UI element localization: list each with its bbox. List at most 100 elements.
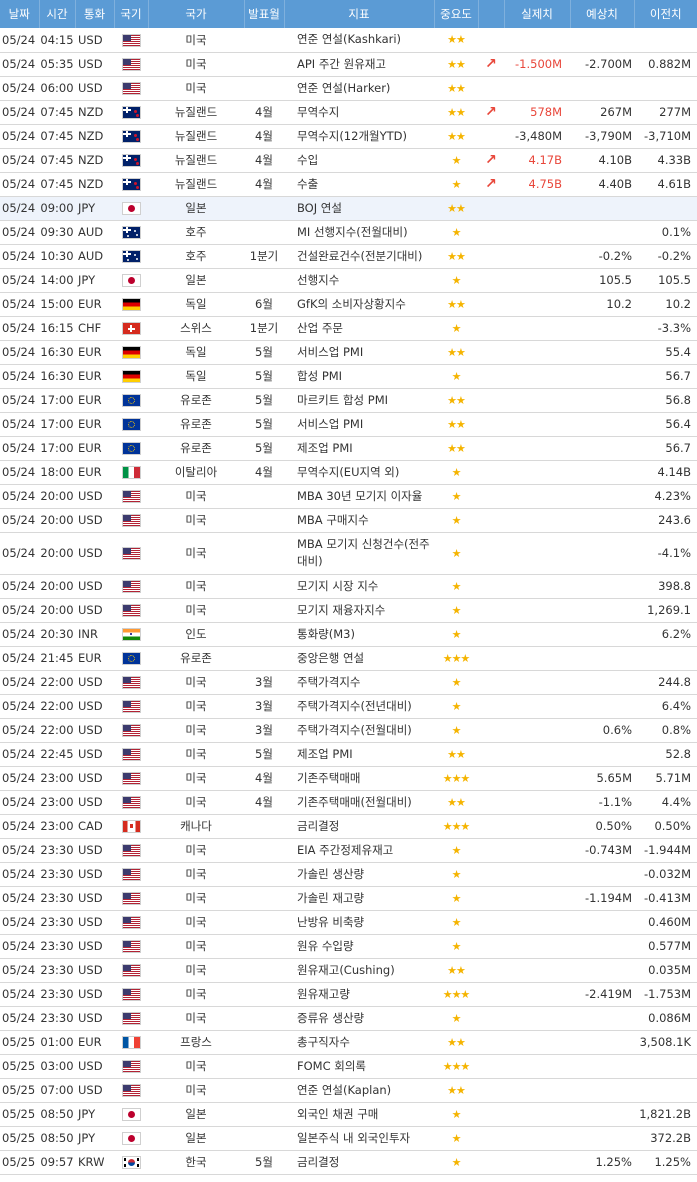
table-row[interactable]: 05/24 16:30 EUR 독일 5월 합성 PMI ★ 56.7	[0, 364, 697, 388]
flag-cell	[114, 1102, 148, 1126]
table-row[interactable]: 05/24 07:45 NZD 뉴질랜드 4월 무역수지(12개월YTD) ★★ -3,480…	[0, 124, 697, 148]
header-time[interactable]: 시간	[39, 0, 76, 28]
table-row[interactable]: 05/24 23:30 USD 미국 원유 수입량 ★ 0.577M	[0, 934, 697, 958]
actual-cell	[504, 460, 570, 484]
table-row[interactable]: 05/24 17:00 EUR 유로존 5월 제조업 PMI ★★ 56.7	[0, 436, 697, 460]
date-cell: 05/24	[2, 249, 36, 263]
importance-stars: ★★	[447, 345, 466, 359]
header-flag[interactable]: 국기	[114, 0, 149, 28]
currency-cell: EUR	[78, 417, 102, 431]
forecast-cell	[570, 862, 634, 886]
time-cell: 23:00	[40, 771, 74, 785]
header-country[interactable]: 국가	[148, 0, 245, 28]
importance-stars: ★★	[447, 33, 466, 47]
header-forecast[interactable]: 예상치	[570, 0, 635, 28]
time-cell: 14:00	[40, 273, 74, 287]
table-row[interactable]: 05/24 20:30 INR 인도 통화량(M3) ★ 6.2%	[0, 622, 697, 646]
header-currency[interactable]: 통화	[75, 0, 115, 28]
table-row[interactable]: 05/24 07:45 NZD 뉴질랜드 4월 수출 ★ ↗ 4.75B 4.40B 4.61B	[0, 172, 697, 196]
table-row[interactable]: 05/24 23:30 USD 미국 증류유 생산량 ★ 0.086M	[0, 1006, 697, 1030]
table-row[interactable]: 05/24 15:00 EUR 독일 6월 GfK의 소비자상황지수 ★★ 10.2 10.2	[0, 292, 697, 316]
table-row[interactable]: 05/25 09:57 KRW 한국 5월 금리결정 ★ 1.25% 1.25%	[0, 1150, 697, 1174]
previous-cell	[634, 1054, 697, 1078]
country-cell: 미국	[185, 579, 207, 593]
table-row[interactable]: 05/25 08:50 JPY 일본 외국인 채권 구매 ★ 1,821.2B	[0, 1102, 697, 1126]
table-row[interactable]: 05/24 23:30 USD 미국 원유재고(Cushing) ★★ 0.035M	[0, 958, 697, 982]
period-cell	[244, 958, 284, 982]
time-cell: 07:45	[40, 105, 74, 119]
currency-cell: USD	[78, 963, 103, 977]
table-row[interactable]: 05/24 20:00 USD 미국 MBA 구매지수 ★ 243.6	[0, 508, 697, 532]
table-row[interactable]: 05/24 20:00 USD 미국 MBA 30년 모기지 이자율 ★ 4.23%	[0, 484, 697, 508]
table-row[interactable]: 05/25 01:00 EUR 프랑스 총구직자수 ★★ 3,508.1K	[0, 1030, 697, 1054]
table-row[interactable]: 05/24 22:45 USD 미국 5월 제조업 PMI ★★ 52.8	[0, 742, 697, 766]
forecast-cell	[570, 598, 634, 622]
date-cell: 05/24	[2, 393, 36, 407]
table-row[interactable]: 05/24 07:45 NZD 뉴질랜드 4월 무역수지 ★★ ↗ 578M 267M 277M	[0, 100, 697, 124]
table-row[interactable]: 05/24 16:30 EUR 독일 5월 서비스업 PMI ★★ 55.4	[0, 340, 697, 364]
table-row[interactable]: 05/24 22:00 USD 미국 3월 주택가격지수(전년대비) ★ 6.4%	[0, 694, 697, 718]
table-row[interactable]: 05/24 18:00 EUR 이탈리아 4월 무역수지(EU지역 외) ★ 4.14B	[0, 460, 697, 484]
table-row[interactable]: 05/24 23:30 USD 미국 원유재고량 ★★★ -2.419M -1.753M	[0, 982, 697, 1006]
table-row[interactable]: 05/24 20:00 USD 미국 모기지 재융자지수 ★ 1,269.1	[0, 598, 697, 622]
date-cell: 05/24	[2, 32, 36, 47]
table-row[interactable]: 05/24 23:30 USD 미국 난방유 비축량 ★ 0.460M	[0, 910, 697, 934]
header-indicator[interactable]: 지표	[284, 0, 435, 28]
actual-cell	[504, 1102, 570, 1126]
currency-cell: USD	[78, 915, 103, 929]
indicator-cell: 기존주택매매	[297, 770, 361, 785]
table-row[interactable]: 05/24 20:00 USD 미국 MBA 모기지 신청건수(전주대비) ★ -4.1%	[0, 532, 697, 574]
table-row[interactable]: 05/24 23:00 USD 미국 4월 기존주택매매 ★★★ 5.65M 5.71M	[0, 766, 697, 790]
actual-cell	[504, 886, 570, 910]
table-row[interactable]: 05/24 23:00 CAD 캐나다 금리결정 ★★★ 0.50% 0.50%	[0, 814, 697, 838]
table-row[interactable]: 05/24 23:30 USD 미국 가솔린 재고량 ★ -1.194M -0.413M	[0, 886, 697, 910]
table-row[interactable]: 05/24 22:00 USD 미국 3월 주택가격지수(전월대비) ★ 0.6% 0.8%	[0, 718, 697, 742]
previous-cell: 244.8	[658, 675, 691, 689]
period-cell	[244, 982, 284, 1006]
actual-cell	[504, 532, 570, 574]
table-row[interactable]: 05/25 07:00 USD 미국 연준 연설(Kaplan) ★★	[0, 1078, 697, 1102]
jp-flag-icon	[122, 275, 140, 286]
actual-cell	[504, 28, 570, 52]
date-cell: 05/24	[2, 441, 36, 455]
actual-cell	[504, 958, 570, 982]
header-previous[interactable]: 이전치	[634, 0, 697, 28]
us-flag-icon	[122, 941, 140, 952]
date-cell: 05/24	[2, 723, 36, 737]
table-body: 05/24 04:15 USD 미국 연준 연설(Kashkari) ★★ 05/24 05:…	[0, 28, 697, 1174]
header-period[interactable]: 발표월	[244, 0, 285, 28]
table-row[interactable]: 05/24 05:35 USD 미국 API 주간 원유재고 ★★ ↗ -1.500M -2.7…	[0, 52, 697, 76]
table-row[interactable]: 05/24 10:30 AUD 호주 1분기 건설완료건수(전분기대비) ★★ -0.2% -0…	[0, 244, 697, 268]
table-row[interactable]: 05/24 20:00 USD 미국 모기지 시장 지수 ★ 398.8	[0, 574, 697, 598]
previous-cell: 4.23%	[654, 489, 691, 503]
table-row[interactable]: 05/24 23:30 USD 미국 가솔린 생산량 ★ -0.032M	[0, 862, 697, 886]
previous-cell: 277M	[659, 105, 691, 119]
time-cell: 20:00	[40, 579, 74, 593]
table-row[interactable]: 05/24 06:00 USD 미국 연준 연설(Harker) ★★	[0, 76, 697, 100]
table-row[interactable]: 05/24 17:00 EUR 유로존 5월 서비스업 PMI ★★ 56.4	[0, 412, 697, 436]
table-row[interactable]: 05/24 21:45 EUR 유로존 중앙은행 연설 ★★★	[0, 646, 697, 670]
table-row[interactable]: 05/24 09:30 AUD 호주 MI 선행지수(전월대비) ★ 0.1%	[0, 220, 697, 244]
importance-stars: ★	[451, 939, 462, 953]
actual-cell	[504, 766, 570, 790]
table-row[interactable]: 05/24 23:00 USD 미국 4월 기존주택매매(전월대비) ★★ -1.1% 4.4%	[0, 790, 697, 814]
table-row[interactable]: 05/24 04:15 USD 미국 연준 연설(Kashkari) ★★	[0, 28, 697, 52]
table-row[interactable]: 05/24 22:00 USD 미국 3월 주택가격지수 ★ 244.8	[0, 670, 697, 694]
table-row[interactable]: 05/24 14:00 JPY 일본 선행지수 ★ 105.5 105.5	[0, 268, 697, 292]
actual-cell	[504, 790, 570, 814]
previous-cell: 0.8%	[661, 723, 691, 737]
trend-arrow-icon: ↗	[485, 104, 497, 120]
table-row[interactable]: 05/24 07:45 NZD 뉴질랜드 4월 수입 ★ ↗ 4.17B 4.10B 4.33B	[0, 148, 697, 172]
table-row[interactable]: 05/25 03:00 USD 미국 FOMC 회의록 ★★★	[0, 1054, 697, 1078]
actual-cell: 4.17B	[528, 153, 563, 167]
table-row[interactable]: 05/25 08:50 JPY 일본 일본주식 내 외국인투자 ★ 372.2B	[0, 1126, 697, 1150]
table-row[interactable]: 05/24 09:00 JPY 일본 BOJ 연설 ★★	[0, 196, 697, 220]
country-cell: 일본	[185, 273, 207, 287]
table-row[interactable]: 05/24 17:00 EUR 유로존 5월 마르키트 합성 PMI ★★ 56.8	[0, 388, 697, 412]
header-actual[interactable]: 실제치	[504, 0, 571, 28]
table-row[interactable]: 05/24 16:15 CHF 스위스 1분기 산업 주문 ★ -3.3%	[0, 316, 697, 340]
table-row[interactable]: 05/24 23:30 USD 미국 EIA 주간정제유재고 ★ -0.743M -1.944…	[0, 838, 697, 862]
header-importance[interactable]: 중요도	[434, 0, 479, 28]
header-date[interactable]: 날짜	[0, 0, 40, 28]
trend-arrow-icon	[478, 574, 504, 598]
